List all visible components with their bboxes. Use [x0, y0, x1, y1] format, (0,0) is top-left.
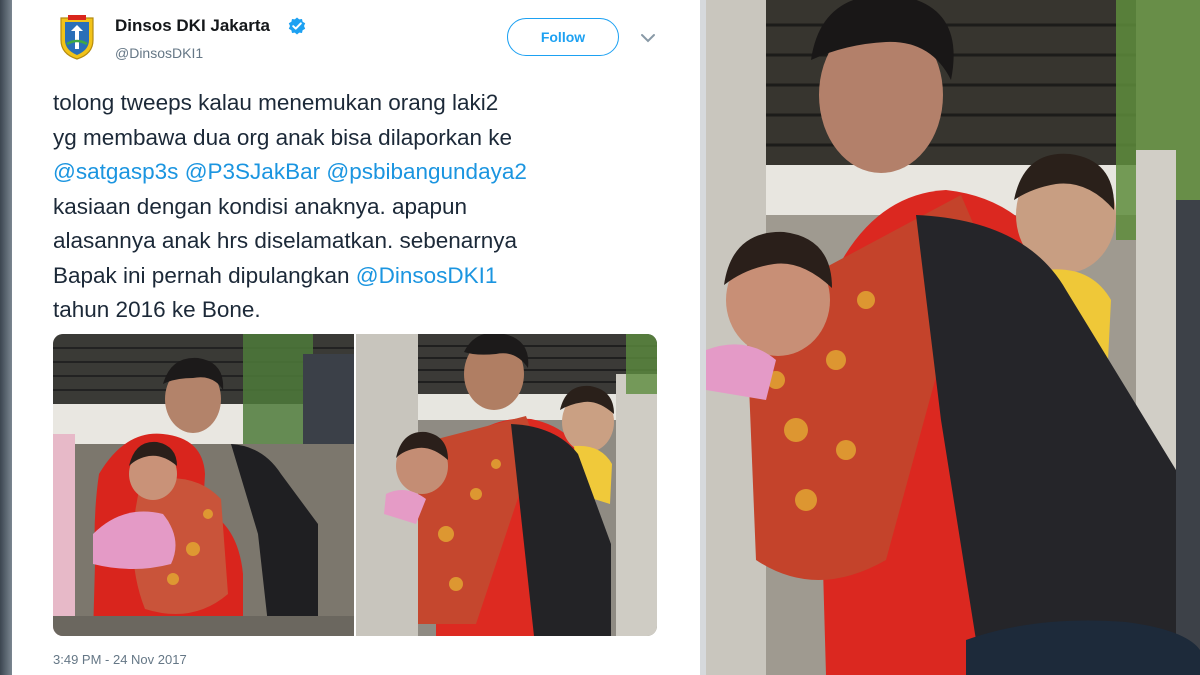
- tweet-text-segment: yg membawa dua org anak bisa dilaporkan …: [53, 124, 513, 150]
- tweet-text-line: Bapak ini pernah dipulangkan @DinsosDKI1: [53, 259, 693, 294]
- tweet-text-segment: tahun 2016 ke Bone.: [53, 297, 261, 322]
- tweet-text-line: alasannya anak hrs diselamatkan. sebenar…: [53, 224, 693, 259]
- tweet-text-segment: tolong tweeps kalau menemukan orang laki…: [53, 90, 499, 115]
- tweet-text-line: tahun 2016 ke Bone.: [53, 293, 693, 328]
- account-handle[interactable]: @DinsosDKI1: [115, 45, 203, 61]
- follow-button[interactable]: Follow: [507, 18, 619, 56]
- tweet-text-line: kasiaan dengan kondisi anaknya. apapun: [53, 190, 693, 225]
- tweet-text-line: @satgasp3s @P3SJakBar @psbibangundaya2: [53, 155, 693, 190]
- chevron-down-icon[interactable]: [640, 31, 656, 43]
- tweet-text: tolong tweeps kalau menemukan orang laki…: [53, 86, 693, 328]
- tweet-card: Dinsos DKI Jakarta @DinsosDKI1 Follow to…: [12, 0, 700, 675]
- tweet-photo-2[interactable]: [356, 334, 657, 636]
- dki-jakarta-crest-icon[interactable]: [58, 14, 96, 60]
- account-display-name[interactable]: Dinsos DKI Jakarta: [115, 16, 270, 36]
- tweet-timestamp[interactable]: 3:49 PM - 24 Nov 2017: [53, 652, 187, 667]
- tweet-text-line: tolong tweeps kalau menemukan orang laki…: [53, 86, 693, 121]
- tweet-text-segment: alasannya anak hrs diselamatkan. sebenar…: [53, 228, 518, 253]
- tweet-text-line: yg membawa dua org anak bisa dilaporkan …: [53, 121, 693, 156]
- tweet-text-segment: kasiaan dengan kondisi anaknya. apapun: [53, 193, 468, 219]
- mention-link[interactable]: @P3SJakBar: [185, 159, 320, 184]
- tweet-text-segment: Bapak ini pernah dipulangkan: [53, 262, 356, 288]
- large-photo: [706, 0, 1200, 675]
- mention-link[interactable]: @DinsosDKI1: [356, 263, 498, 288]
- mention-link[interactable]: @satgasp3s: [53, 159, 178, 184]
- left-edge-strip: [0, 0, 12, 675]
- mention-link[interactable]: @psbibangundaya2: [326, 159, 527, 184]
- tweet-photo-1[interactable]: [53, 334, 354, 636]
- verified-badge-icon: [288, 17, 306, 35]
